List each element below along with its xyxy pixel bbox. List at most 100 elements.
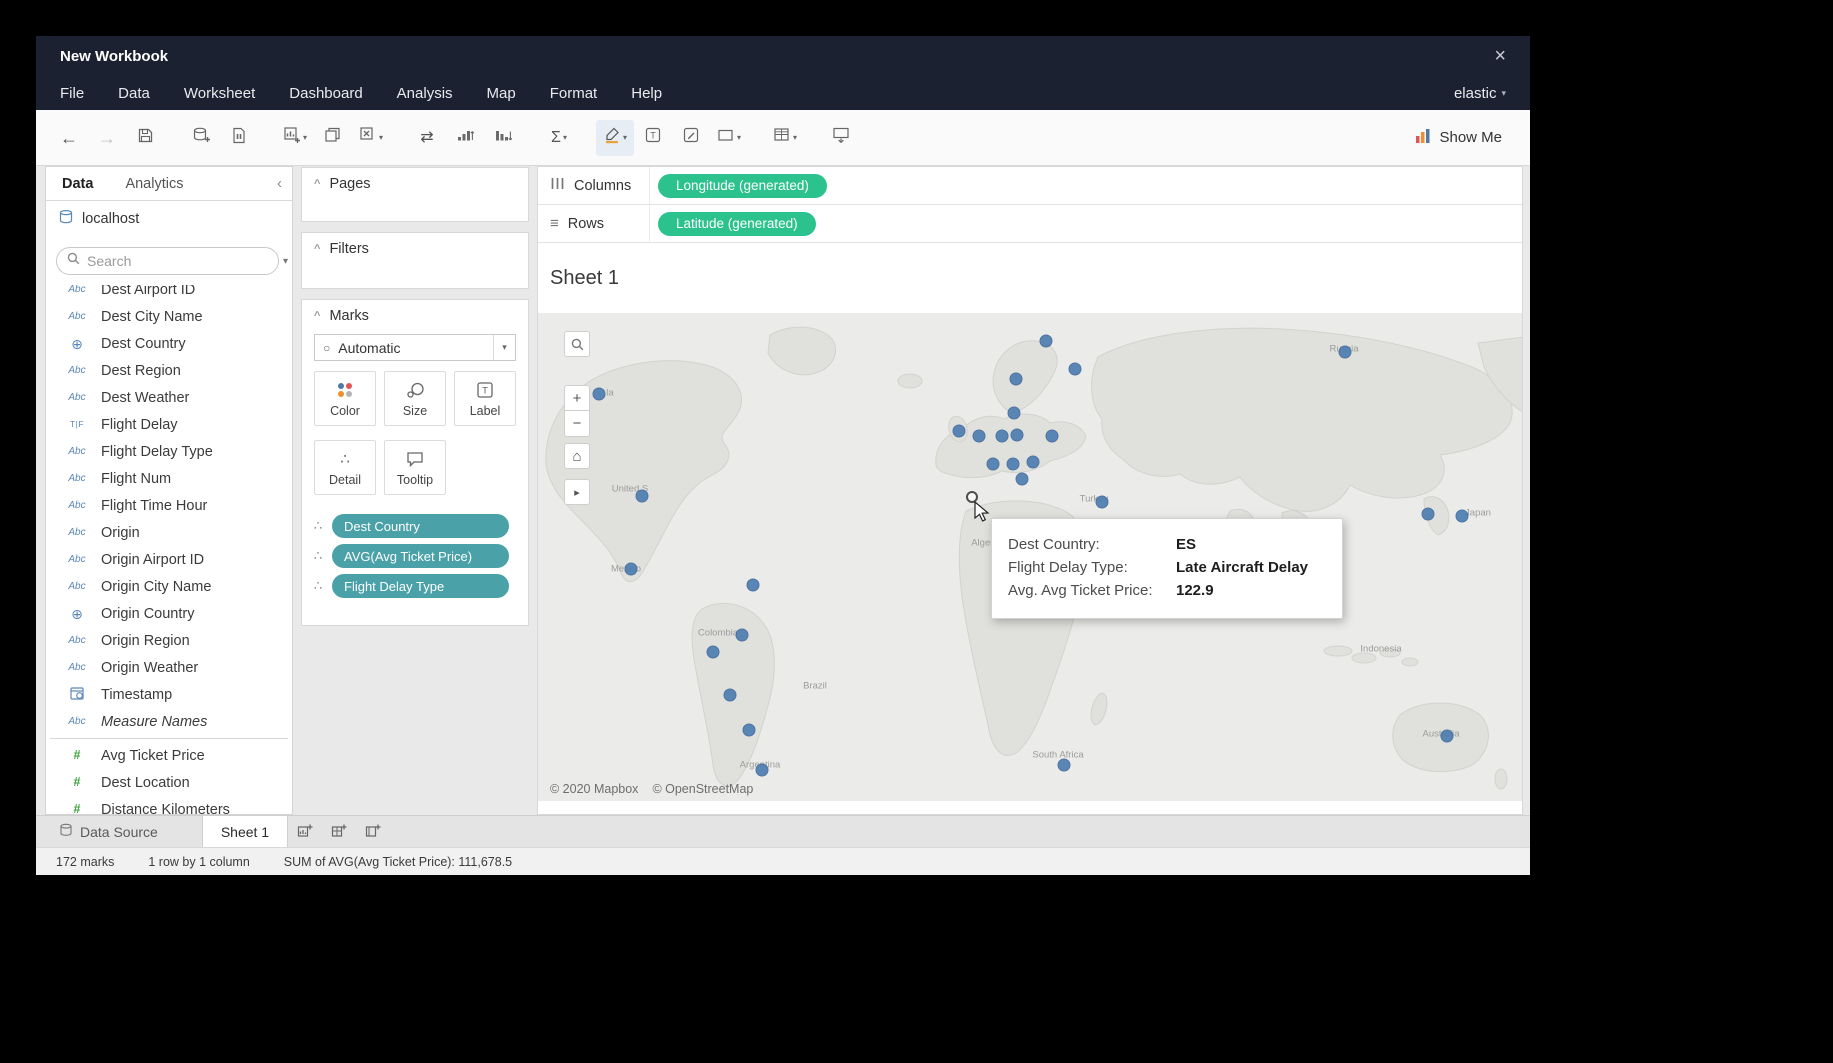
field-flight-num[interactable]: AbcFlight Num (46, 465, 292, 492)
menu-item-map[interactable]: Map (487, 85, 516, 102)
new-worksheet-tab-button[interactable] (288, 816, 322, 847)
zoom-in-button[interactable]: + (564, 385, 590, 411)
collapse-card-icon[interactable]: ^ (314, 310, 320, 322)
pause-auto-updates-button[interactable] (220, 120, 258, 156)
pages-card[interactable]: ^Pages (301, 167, 529, 222)
swap-rows-columns-button[interactable]: ⇄ (408, 120, 446, 156)
marks-detail-button[interactable]: ∴Detail (314, 440, 376, 495)
tab-data[interactable]: Data (46, 167, 109, 200)
field-flight-delay-type[interactable]: AbcFlight Delay Type (46, 438, 292, 465)
field-dest-city-name[interactable]: AbcDest City Name (46, 303, 292, 330)
connection-row[interactable]: localhost (46, 201, 292, 237)
field-dest-weather[interactable]: AbcDest Weather (46, 384, 292, 411)
field-flight-time-hour[interactable]: AbcFlight Time Hour (46, 492, 292, 519)
field-avg-ticket-price[interactable]: #Avg Ticket Price (46, 742, 292, 769)
map-mark-point[interactable] (987, 458, 1000, 471)
field-origin-country[interactable]: ⊕Origin Country (46, 600, 292, 627)
map-canvas[interactable]: laUnited SMexicoColombiaBrazilArgentinaA… (538, 313, 1522, 801)
collapse-card-icon[interactable]: ^ (314, 243, 320, 255)
tab-sheet-1[interactable]: Sheet 1 (202, 816, 288, 847)
mapbox-attribution[interactable]: © 2020 Mapbox (550, 782, 638, 796)
menu-item-analysis[interactable]: Analysis (397, 85, 453, 102)
new-data-source-button[interactable] (182, 120, 220, 156)
map-mark-point[interactable] (973, 430, 986, 443)
marks-pill-flight-delay-type[interactable]: Flight Delay Type (332, 574, 509, 598)
new-story-tab-button[interactable] (356, 816, 390, 847)
field-origin-weather[interactable]: AbcOrigin Weather (46, 654, 292, 681)
collapse-pane-icon[interactable]: ‹ (267, 175, 292, 192)
map-mark-point[interactable] (1016, 473, 1029, 486)
map-mark-point[interactable] (1011, 429, 1024, 442)
filters-card[interactable]: ^Filters (301, 232, 529, 289)
format-button[interactable] (672, 120, 710, 156)
marks-size-button[interactable]: Size (384, 371, 446, 426)
field-origin[interactable]: AbcOrigin (46, 519, 292, 546)
show-mark-labels-button[interactable]: T (634, 120, 672, 156)
new-dashboard-tab-button[interactable] (322, 816, 356, 847)
map-mark-point[interactable] (953, 425, 966, 438)
pan-controls-button[interactable]: ▸ (564, 479, 590, 505)
menu-item-dashboard[interactable]: Dashboard (289, 85, 362, 102)
field-origin-city-name[interactable]: AbcOrigin City Name (46, 573, 292, 600)
presentation-mode-button[interactable] (822, 120, 860, 156)
field-flight-delay[interactable]: T|FFlight Delay (46, 411, 292, 438)
cell-size-button[interactable]: ▾ (766, 120, 804, 156)
close-icon[interactable]: × (1494, 46, 1506, 66)
tab-data-source[interactable]: Data Source (45, 816, 172, 847)
field-origin-region[interactable]: AbcOrigin Region (46, 627, 292, 654)
map-mark-point[interactable] (1069, 363, 1082, 376)
field-distance-kilometers[interactable]: #Distance Kilometers (46, 796, 292, 814)
sort-descending-button[interactable] (484, 120, 522, 156)
tab-analytics[interactable]: Analytics (109, 167, 199, 200)
field-dest-location[interactable]: #Dest Location (46, 769, 292, 796)
fit-selector-button[interactable]: ▾ (710, 120, 748, 156)
mark-type-dropdown[interactable]: ○ Automatic ▾ (314, 334, 516, 361)
map-mark-point[interactable] (996, 430, 1009, 443)
field-measure-names[interactable]: AbcMeasure Names (46, 708, 292, 735)
map-mark-point[interactable] (724, 689, 737, 702)
chevron-down-icon[interactable]: ▾ (493, 335, 515, 360)
map-mark-point[interactable] (1441, 730, 1454, 743)
show-me-button[interactable]: Show Me (1415, 128, 1516, 148)
search-box[interactable] (56, 247, 279, 275)
zoom-out-button[interactable]: − (564, 411, 590, 437)
menu-item-file[interactable]: File (60, 85, 84, 102)
field-timestamp[interactable]: Timestamp (46, 681, 292, 708)
map-mark-point[interactable] (1010, 373, 1023, 386)
sort-ascending-button[interactable] (446, 120, 484, 156)
map-mark-point[interactable] (593, 388, 606, 401)
marks-pill-dest-country[interactable]: Dest Country (332, 514, 509, 538)
duplicate-sheet-button[interactable] (314, 120, 352, 156)
map-mark-point[interactable] (1027, 456, 1040, 469)
map-mark-point[interactable] (747, 579, 760, 592)
osm-attribution[interactable]: © OpenStreetMap (652, 782, 753, 796)
marks-tooltip-button[interactable]: Tooltip (384, 440, 446, 495)
map-mark-point[interactable] (1096, 496, 1109, 509)
columns-shelf[interactable]: Columns Longitude (generated) (538, 167, 1522, 205)
save-button[interactable] (126, 120, 164, 156)
columns-pill-longitude[interactable]: Longitude (generated) (658, 174, 827, 198)
zoom-home-button[interactable]: ⌂ (564, 443, 590, 469)
clear-sheet-button[interactable]: ▾ (352, 120, 390, 156)
map-mark-point[interactable] (1007, 458, 1020, 471)
marks-pill-avg-avg-ticket-price-[interactable]: AVG(Avg Ticket Price) (332, 544, 509, 568)
map-mark-point[interactable] (1422, 508, 1435, 521)
menu-item-help[interactable]: Help (631, 85, 662, 102)
map-mark-point[interactable] (1040, 335, 1053, 348)
map-mark-point[interactable] (736, 629, 749, 642)
rows-pill-latitude[interactable]: Latitude (generated) (658, 212, 816, 236)
map-mark-point[interactable] (625, 563, 638, 576)
map-mark-point[interactable] (1046, 430, 1059, 443)
map-mark-point[interactable] (756, 764, 769, 777)
map-mark-point[interactable] (1456, 510, 1469, 523)
new-worksheet-button[interactable]: ▾ (276, 120, 314, 156)
account-menu[interactable]: elastic ▾ (1454, 85, 1506, 102)
field-dest-region[interactable]: AbcDest Region (46, 357, 292, 384)
map-mark-point[interactable] (1339, 346, 1352, 359)
map-mark-point[interactable] (743, 724, 756, 737)
redo-button[interactable]: → (88, 120, 126, 156)
map-search-button[interactable] (564, 331, 590, 357)
map-mark-point[interactable] (1058, 759, 1071, 772)
field-origin-airport-id[interactable]: AbcOrigin Airport ID (46, 546, 292, 573)
highlight-button[interactable]: ▾ (596, 120, 634, 156)
